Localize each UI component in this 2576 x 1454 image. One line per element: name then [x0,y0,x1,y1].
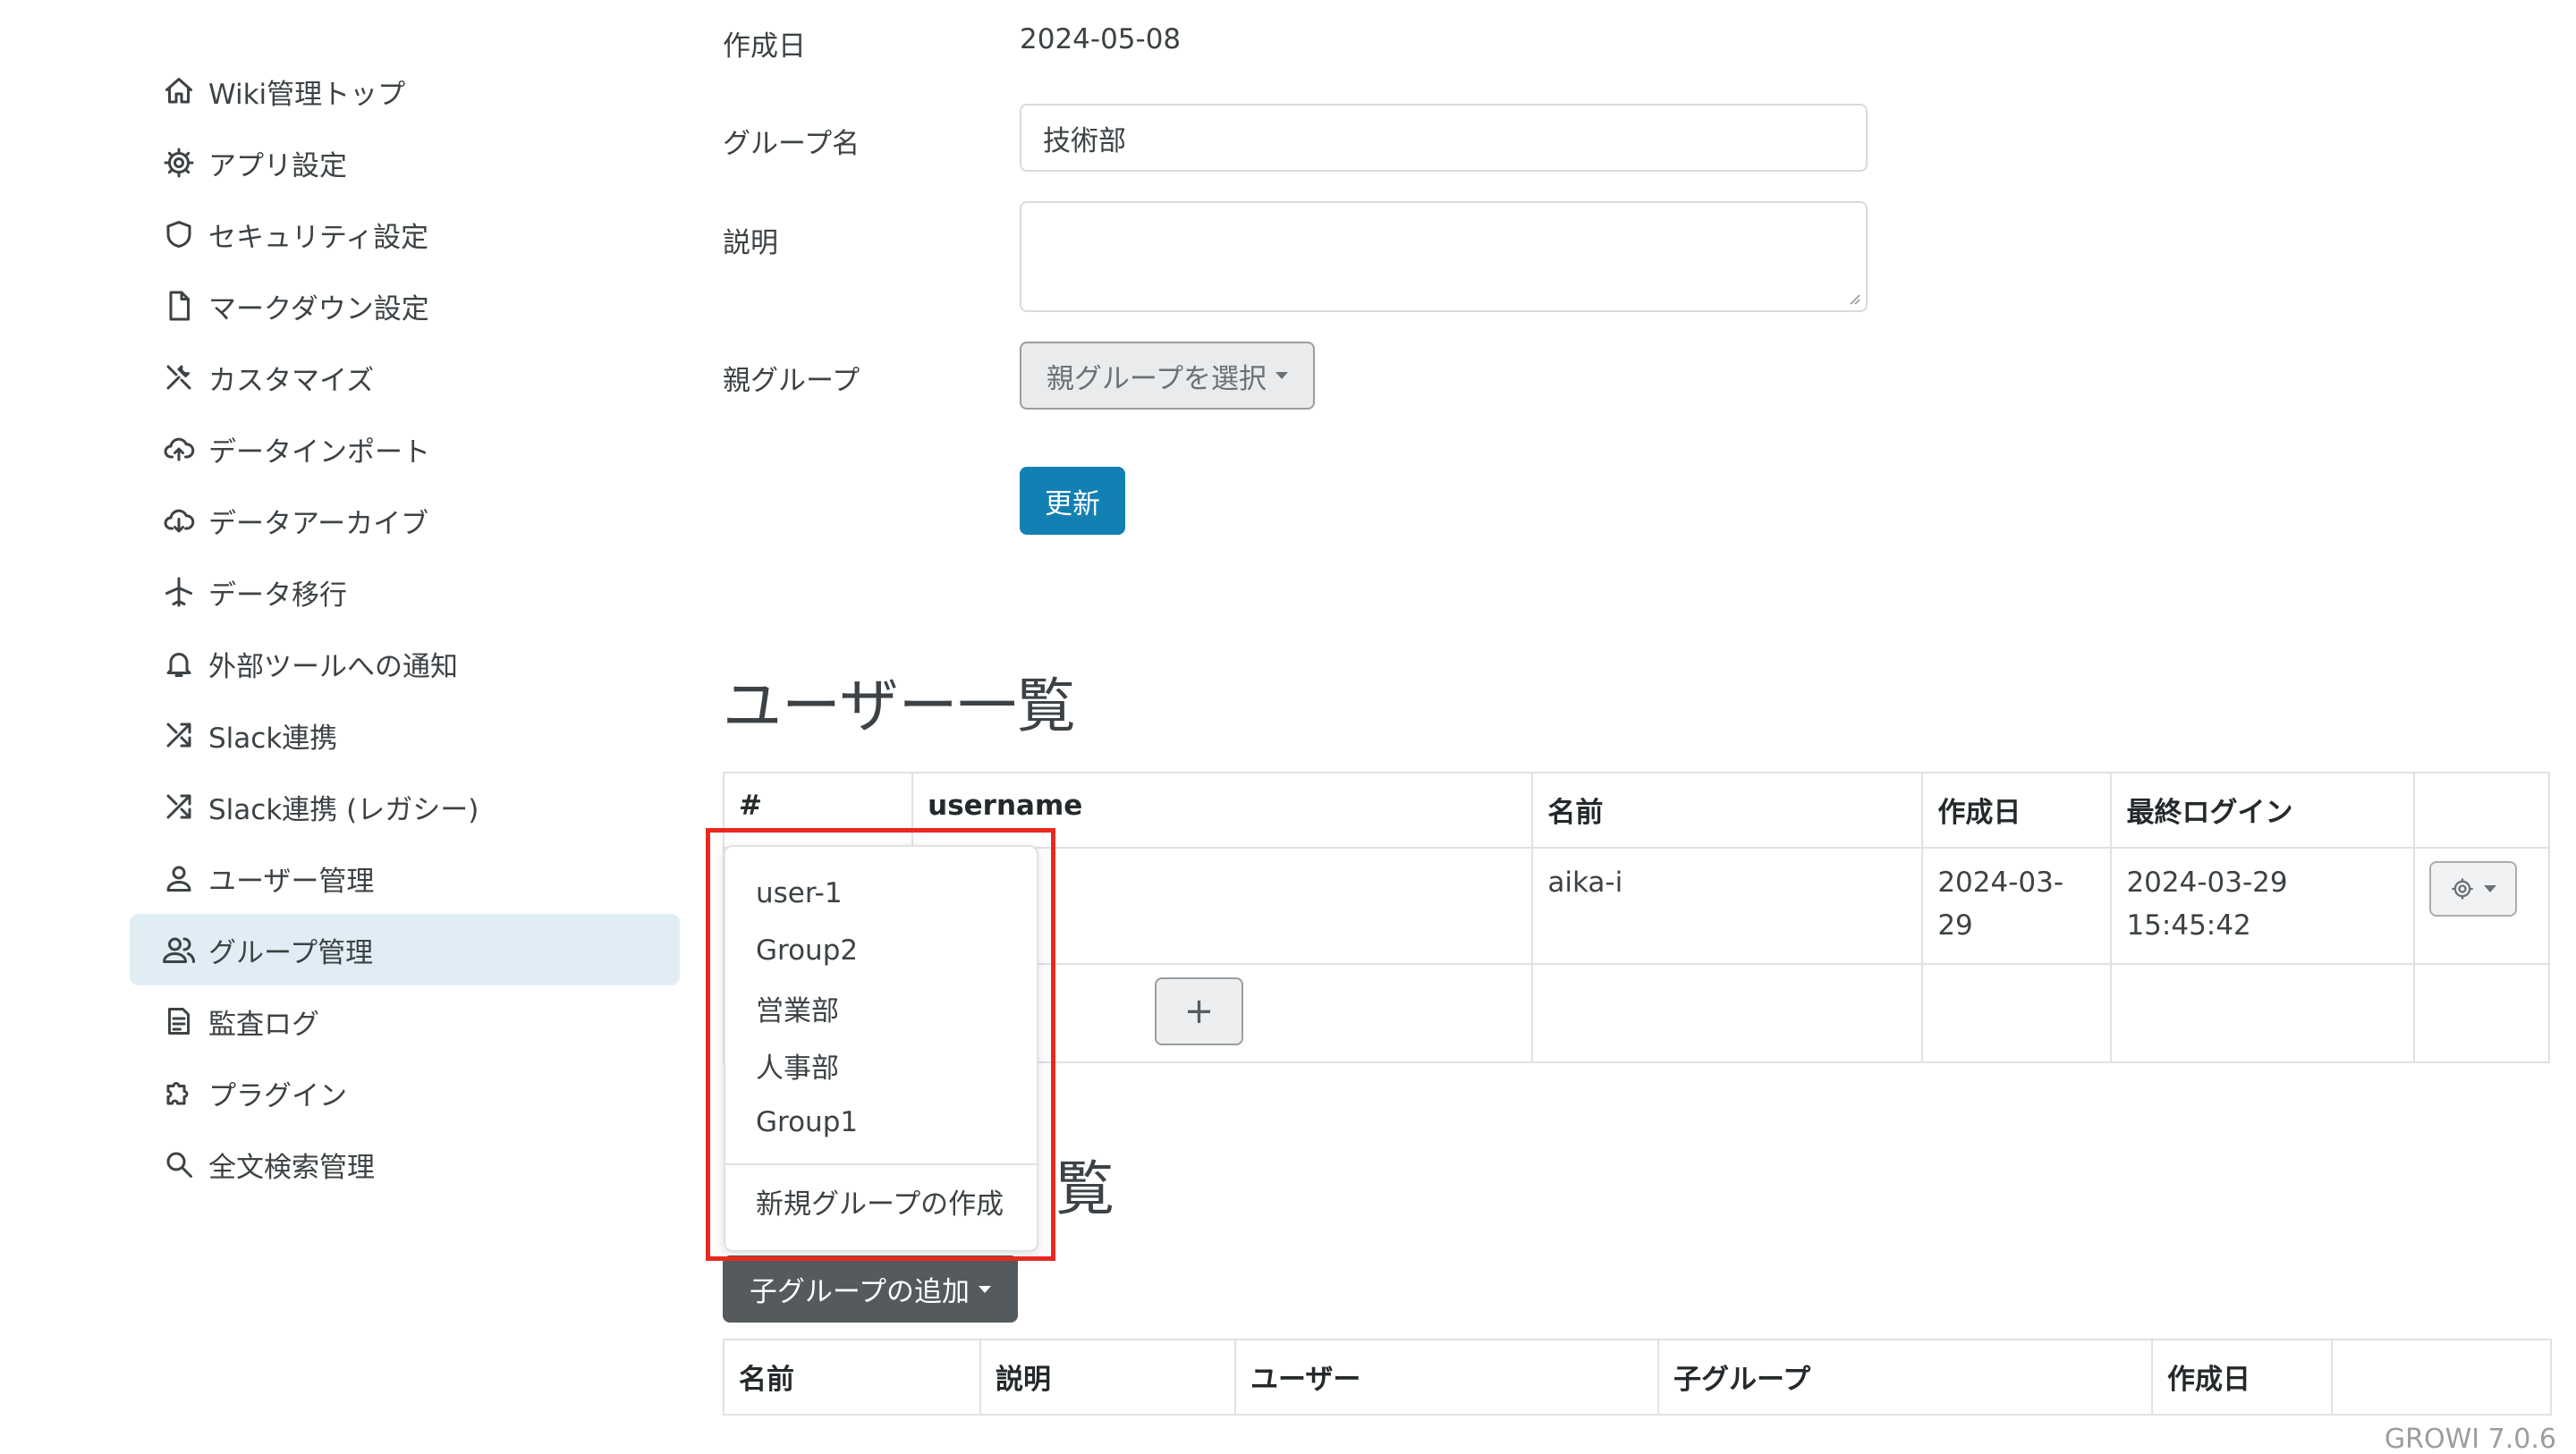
group-name-input[interactable]: 技術部 [1020,104,1868,172]
table-header-row: 名前 説明 ユーザー 子グループ 作成日 [723,1339,2552,1416]
sidebar-item-label: Wiki管理トップ [208,78,406,111]
gear-icon [161,145,197,181]
sidebar-item-data-migration[interactable]: データ移行 [130,556,680,628]
add-child-group-button[interactable]: 子グループの追加 [723,1255,1018,1323]
sidebar-item-audit-log[interactable]: 監査ログ [130,985,680,1057]
column-header: 作成日 [2151,1339,2333,1416]
user-list-title: ユーザー一覧 [723,672,1076,740]
user-actions-button[interactable] [2428,861,2517,917]
sidebar-item-label: データインポート [208,435,430,469]
sidebar-item-wiki-top[interactable]: Wiki管理トップ [130,55,680,127]
airplane-icon [161,574,197,610]
empty-cell [2110,963,2415,1063]
admin-sidebar: Wiki管理トップ アプリ設定 セキュリティ設定 マークダウン設定 カスタマイズ… [130,55,680,1200]
sidebar-item-user-management[interactable]: ユーザー管理 [130,842,680,914]
search-icon [161,1146,197,1182]
sidebar-item-label: カスタマイズ [208,364,375,397]
actions-cell [2412,847,2551,965]
sidebar-item-group-management[interactable]: グループ管理 [130,914,680,985]
sidebar-item-security[interactable]: セキュリティ設定 [130,199,680,270]
column-header [2412,772,2551,849]
sidebar-item-slack-legacy[interactable]: Slack連携 (レガシー) [130,771,680,842]
column-header: 子グループ [1657,1339,2153,1416]
child-group-list-title: 覧 [1055,1154,1114,1223]
sidebar-item-data-archive[interactable]: データアーカイブ [130,485,680,556]
add-user-button[interactable]: + [1155,977,1243,1045]
group-name-label: グループ名 [723,128,860,160]
log-icon [161,1003,197,1039]
sidebar-item-search-management[interactable]: 全文検索管理 [130,1129,680,1200]
cloud-download-icon [161,503,197,538]
column-header: 名前 [723,1339,981,1416]
child-group-table: 名前 説明 ユーザー 子グループ 作成日 [723,1339,2552,1416]
sidebar-item-label: ユーザー管理 [208,865,375,898]
update-button[interactable]: 更新 [1020,467,1125,535]
highlight-box [706,828,1055,1261]
sidebar-item-customize[interactable]: カスタマイズ [130,342,680,413]
sidebar-item-label: プラグイン [208,1079,347,1112]
sidebar-item-label: セキュリティ設定 [208,221,429,254]
empty-cell [2412,963,2551,1063]
gear-icon [2452,878,2473,900]
chevron-down-icon [2483,885,2496,892]
created-date-value: 2024-05-08 [1020,23,1182,55]
parent-group-select-label: 親グループを選択 [1046,362,1267,395]
description-textarea[interactable] [1020,201,1868,312]
sidebar-item-slack[interactable]: Slack連携 [130,699,680,771]
shield-icon [161,216,197,252]
add-child-group-label: 子グループの追加 [749,1276,970,1308]
sidebar-item-label: データアーカイブ [208,507,429,540]
sidebar-item-label: アプリ設定 [208,149,347,182]
group-name-value: 技術部 [1043,124,1126,157]
tools-icon [161,359,197,395]
sidebar-item-label: グループ管理 [208,936,374,969]
sidebar-item-label: 全文検索管理 [208,1151,375,1184]
sidebar-item-data-import[interactable]: データインポート [130,413,680,485]
last-login-cell: 2024-03-29 15:45:42 [2110,847,2415,965]
sidebar-item-markdown[interactable]: マークダウン設定 [130,270,680,342]
cloud-upload-icon [161,431,197,467]
column-header: ユーザー [1234,1339,1659,1416]
shuffle-icon [161,717,197,753]
home-icon [161,73,197,109]
parent-group-label: 親グループ [723,365,860,397]
empty-cell [1921,963,2113,1063]
column-header: 作成日 [1921,772,2113,849]
description-label: 説明 [723,227,778,259]
sidebar-item-label: 監査ログ [208,1008,319,1041]
shuffle-icon [161,789,197,824]
name-cell: aika-i [1531,847,1924,965]
sidebar-item-plugins[interactable]: プラグイン [130,1057,680,1129]
sidebar-item-label: Slack連携 (レガシー) [208,793,479,826]
column-header: 最終ログイン [2110,772,2415,849]
puzzle-icon [161,1075,197,1111]
column-header: 名前 [1531,772,1924,849]
column-header [2331,1339,2552,1416]
chevron-down-icon [979,1285,992,1293]
file-icon [161,288,197,324]
sidebar-item-label: マークダウン設定 [208,292,429,325]
user-icon [161,860,197,896]
sidebar-item-label: データ移行 [208,579,347,612]
sidebar-item-notifications[interactable]: 外部ツールへの通知 [130,628,680,699]
resize-grip-icon[interactable] [1846,291,1860,305]
chevron-down-icon [1275,372,1289,379]
users-icon [161,932,197,968]
created-date-cell: 2024-03-29 [1921,847,2113,965]
parent-group-select[interactable]: 親グループを選択 [1020,342,1315,410]
bell-icon [161,646,197,681]
sidebar-item-app-settings[interactable]: アプリ設定 [130,127,680,199]
created-date-label: 作成日 [723,30,806,63]
column-header: 説明 [979,1339,1236,1416]
version-label: GROWI 7.0.6 [2384,1424,2556,1454]
sidebar-item-label: Slack連携 [208,722,338,755]
empty-cell [1531,963,1924,1063]
sidebar-item-label: 外部ツールへの通知 [208,650,458,683]
